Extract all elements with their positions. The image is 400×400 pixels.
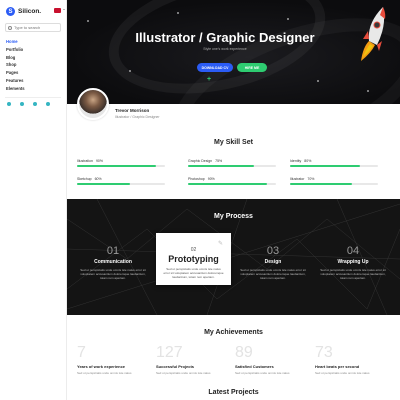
achievement-number: 7 (77, 344, 86, 361)
step-number: 03 (266, 245, 280, 257)
main-content: Illustrator / Graphic Designer Style one… (67, 0, 400, 400)
star-decoration (87, 20, 89, 22)
skill-progress-track (77, 183, 165, 185)
step-description: Sed ut perspiciatis unde omnis iste natu… (80, 268, 146, 280)
skill-progress-track (188, 165, 276, 167)
step-description: Sed ut perspiciatis unde omnis iste natu… (240, 268, 306, 280)
process-section-title: My Process (214, 213, 253, 220)
search-box[interactable] (5, 23, 61, 32)
rocket-icon (361, 7, 386, 61)
achievement-number: 73 (315, 344, 333, 361)
skill-progress-fill (188, 183, 268, 185)
skills-section-title: My Skill Set (214, 139, 253, 146)
skill-progress-track (77, 165, 165, 167)
linkedin-icon[interactable] (46, 102, 50, 106)
step-description: Sed ut perspiciatis unde omnis iste natu… (163, 267, 224, 279)
facebook-icon[interactable] (7, 102, 11, 106)
achievement-description: Sed ut perspiciatis unde omnis iste natu… (156, 371, 211, 375)
process-step-active[interactable]: ✎ 02 Prototyping Sed ut perspiciatis und… (156, 233, 231, 285)
achievement-label: Satisfied Customers (235, 364, 274, 369)
nav-item-blog[interactable]: Blog (6, 54, 25, 62)
step-label: Design (264, 259, 282, 265)
process-section: My Process 01 Communication Sed ut persp… (67, 199, 400, 315)
skill-item: Illustrator 70% (290, 177, 378, 185)
skill-item: Sketchup 60% (77, 177, 165, 185)
step-label: Communication (94, 259, 132, 265)
process-step: 04 Wrapping Up Sed ut perspiciatis unde … (317, 245, 389, 280)
step-number: 02 (190, 247, 197, 253)
instagram-icon[interactable] (33, 102, 37, 106)
star-decoration (317, 80, 319, 82)
hire-me-button[interactable]: HIRE ME (237, 63, 267, 72)
search-input[interactable] (14, 25, 58, 30)
skill-progress-track (188, 183, 276, 185)
achievement-item: 89 Satisfied Customers Sed ut perspiciat… (235, 344, 305, 375)
achievement-item: 127 Successful Projects Sed ut perspicia… (156, 344, 226, 375)
skill-progress-fill (77, 183, 130, 185)
nav-item-elements[interactable]: Elements (6, 85, 25, 93)
achievement-item: 73 Heart beats per second Sed ut perspic… (315, 344, 385, 375)
plus-icon: + (207, 76, 212, 83)
star-decoration (177, 12, 179, 14)
star-decoration (129, 70, 131, 72)
latest-projects-title: Latest Projects (208, 389, 259, 396)
skill-progress-fill (77, 165, 157, 167)
skill-progress-fill (290, 183, 352, 185)
skill-item: Graphic Design 75% (188, 159, 276, 167)
step-label: Wrapping Up (337, 259, 369, 265)
achievement-description: Sed ut perspiciatis unde omnis iste natu… (315, 371, 370, 375)
achievement-number: 89 (235, 344, 253, 361)
skill-progress-track (290, 165, 378, 167)
process-step: 03 Design Sed ut perspiciatis unde omnis… (237, 245, 309, 280)
step-number: 04 (346, 245, 360, 257)
process-step: 01 Communication Sed ut perspiciatis und… (77, 245, 149, 280)
nav-item-shop[interactable]: Shop (6, 61, 25, 69)
achievement-label: Years of work experience (77, 364, 126, 369)
hero-section: Illustrator / Graphic Designer Style one… (67, 0, 400, 104)
achievement-item: 7 Years of work experience Sed ut perspi… (77, 344, 147, 375)
hero-title: Illustrator / Graphic Designer (135, 30, 315, 45)
achievement-description: Sed ut perspiciatis unde omnis iste natu… (235, 371, 290, 375)
avatar (77, 88, 109, 120)
logo-icon: S (6, 7, 15, 16)
skill-progress-fill (290, 165, 361, 167)
achievements-section-title: My Achievements (204, 329, 263, 336)
skill-progress-fill (188, 165, 254, 167)
skill-progress-track (290, 183, 378, 185)
achievement-number: 127 (156, 344, 183, 361)
pen-icon: ✎ (217, 241, 223, 247)
language-flag-icon[interactable] (54, 8, 65, 13)
achievement-label: Successful Projects (156, 364, 195, 369)
star-decoration (367, 90, 369, 92)
skill-item: Illustration 90% (77, 159, 165, 167)
search-icon (8, 25, 12, 30)
hero-subtitle: Style one's work experience (203, 47, 247, 51)
social-links (7, 102, 50, 106)
download-cv-button[interactable]: DOWNLOAD CV (197, 63, 233, 72)
step-label: Prototyping (168, 254, 219, 264)
profile-name: Trevor Morrison (115, 108, 150, 113)
star-decoration (287, 18, 289, 20)
sidebar-nav: Home Portfolio Blog Shop Pages Features … (6, 38, 25, 93)
profile-role: Illustrator / Graphic Designer (115, 115, 160, 119)
achievement-label: Heart beats per second (315, 364, 360, 369)
step-number: 01 (106, 245, 120, 257)
skill-item: Photoshop 90% (188, 177, 276, 185)
achievement-description: Sed ut perspiciatis unde omnis iste natu… (77, 371, 132, 375)
nav-item-home[interactable]: Home (6, 38, 25, 46)
nav-item-portfolio[interactable]: Portfolio (6, 46, 25, 54)
nav-item-pages[interactable]: Pages (6, 69, 25, 77)
skill-item: Identity 80% (290, 159, 378, 167)
sidebar-divider (5, 97, 61, 98)
logo[interactable]: S Silicon. (6, 7, 41, 16)
sidebar: S Silicon. Home Portfolio Blog Shop Page… (0, 0, 67, 400)
nav-item-features[interactable]: Features (6, 77, 25, 85)
twitter-icon[interactable] (20, 102, 24, 106)
step-description: Sed ut perspiciatis unde omnis iste natu… (320, 268, 386, 280)
logo-text: Silicon. (18, 8, 42, 15)
